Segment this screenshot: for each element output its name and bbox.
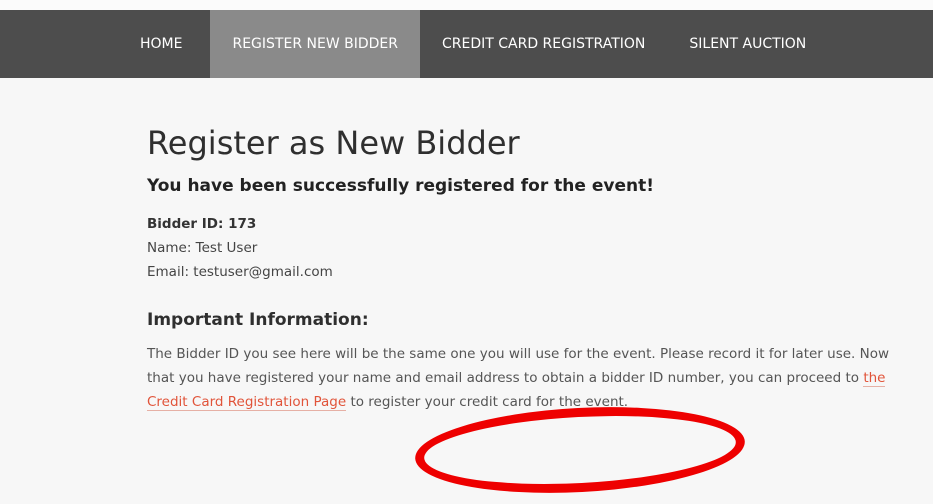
page-title: Register as New Bidder (147, 124, 520, 162)
bidder-name: Name: Test User (147, 240, 258, 256)
main-nav: HOME REGISTER NEW BIDDER CREDIT CARD REG… (0, 10, 933, 78)
nav-item-credit-card-registration[interactable]: CREDIT CARD REGISTRATION (420, 10, 667, 78)
paragraph-text-1: The Bidder ID you see here will be the s… (147, 346, 890, 386)
paragraph-text-2: to register your credit card for the eve… (346, 394, 629, 410)
important-heading: Important Information: (147, 310, 369, 330)
nav-item-register-new-bidder[interactable]: REGISTER NEW BIDDER (210, 10, 420, 78)
nav-item-silent-auction[interactable]: SILENT AUCTION (667, 10, 828, 78)
success-message: You have been successfully registered fo… (147, 176, 654, 196)
bidder-id: Bidder ID: 173 (147, 216, 257, 232)
main-content: Register as New Bidder You have been suc… (147, 122, 907, 428)
top-strip (0, 0, 933, 10)
bidder-details: Bidder ID: 173 Name: Test User Email: te… (147, 212, 907, 284)
bidder-email: Email: testuser@gmail.com (147, 264, 333, 280)
nav-item-home[interactable]: HOME (140, 10, 210, 78)
important-paragraph: The Bidder ID you see here will be the s… (147, 342, 897, 414)
page: HOME REGISTER NEW BIDDER CREDIT CARD REG… (0, 0, 933, 504)
